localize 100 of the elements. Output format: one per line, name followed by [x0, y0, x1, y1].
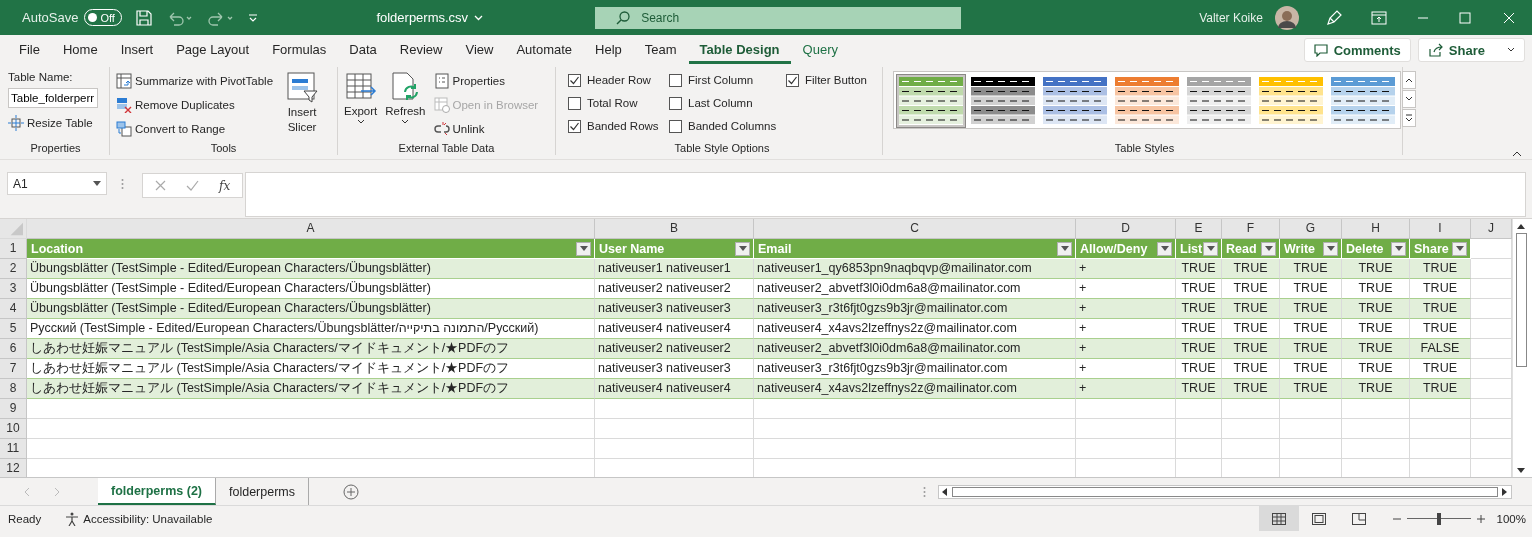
- collapse-ribbon-icon[interactable]: [1512, 151, 1522, 157]
- ribbon-tab[interactable]: Review: [388, 36, 454, 64]
- file-name[interactable]: folderperms.csv: [376, 10, 469, 25]
- column-header[interactable]: G: [1280, 219, 1342, 239]
- share-button[interactable]: Share: [1417, 38, 1525, 62]
- column-header[interactable]: I: [1410, 219, 1471, 239]
- checkbox[interactable]: [568, 119, 581, 133]
- column-header[interactable]: F: [1222, 219, 1280, 239]
- export-button[interactable]: Export: [344, 71, 378, 142]
- row-header[interactable]: 2: [0, 259, 27, 279]
- formula-field[interactable]: [245, 172, 1526, 217]
- row-header[interactable]: 4: [0, 299, 27, 319]
- ribbon-display-icon[interactable]: [1370, 10, 1387, 25]
- ribbon-tab[interactable]: Team: [633, 36, 688, 64]
- caret-icon[interactable]: [474, 14, 484, 21]
- horizontal-scrollbar[interactable]: [938, 484, 1512, 499]
- insert-slicer-button[interactable]: Insert Slicer: [281, 71, 324, 142]
- checkbox[interactable]: [669, 96, 682, 110]
- row-header[interactable]: 8: [0, 379, 27, 399]
- checkbox-label[interactable]: Banded Rows: [587, 120, 659, 132]
- user-name[interactable]: Valter Koike: [1199, 10, 1263, 25]
- customize-icon[interactable]: [248, 11, 259, 24]
- comments-button[interactable]: Comments: [1303, 38, 1411, 62]
- ribbon-tab[interactable]: Insert: [109, 36, 165, 64]
- row-header[interactable]: 6: [0, 339, 27, 359]
- data-command-button[interactable]: Unlink: [433, 119, 539, 138]
- vertical-scrollbar[interactable]: [1512, 219, 1529, 477]
- filter-button[interactable]: [1057, 241, 1072, 256]
- save-icon[interactable]: [135, 8, 154, 27]
- checkbox-label[interactable]: Filter Button: [805, 74, 867, 86]
- ribbon-tab[interactable]: Page Layout: [165, 36, 261, 64]
- zoom-thumb[interactable]: [1436, 512, 1441, 525]
- filter-button[interactable]: [1203, 241, 1218, 256]
- accessibility-status[interactable]: Accessibility: Unavailable: [83, 512, 213, 525]
- column-header[interactable]: A: [27, 219, 595, 239]
- row-header[interactable]: 12: [0, 459, 27, 477]
- checkbox-label[interactable]: Last Column: [688, 97, 753, 109]
- checkbox[interactable]: [669, 119, 682, 133]
- close-icon[interactable]: [1502, 11, 1515, 24]
- insert-function-button[interactable]: fx: [219, 178, 231, 193]
- scroll-thumb[interactable]: [1515, 233, 1527, 367]
- maximize-icon[interactable]: [1458, 11, 1471, 24]
- ribbon-tab[interactable]: Home: [51, 36, 109, 64]
- checkbox[interactable]: [669, 73, 682, 87]
- resize-table-button[interactable]: Resize Table: [8, 113, 103, 132]
- ribbon-tab[interactable]: File: [8, 36, 51, 64]
- table-style-swatch[interactable]: [896, 74, 966, 128]
- filter-button[interactable]: [1323, 241, 1338, 256]
- tool-button[interactable]: Summarize with PivotTable: [116, 71, 274, 90]
- name-box[interactable]: A1: [7, 172, 107, 195]
- ribbon-tab[interactable]: Table Design: [688, 36, 791, 64]
- scroll-thumb[interactable]: [952, 486, 1498, 497]
- column-header[interactable]: E: [1176, 219, 1222, 239]
- more-styles-button[interactable]: [1402, 109, 1416, 127]
- row-header[interactable]: 3: [0, 279, 27, 299]
- row-header[interactable]: 9: [0, 399, 27, 419]
- row-header[interactable]: 7: [0, 359, 27, 379]
- search-field[interactable]: Search: [595, 6, 962, 29]
- ribbon-tab[interactable]: Help: [584, 36, 633, 64]
- data-command-button[interactable]: Properties: [433, 71, 539, 90]
- column-header[interactable]: H: [1342, 219, 1410, 239]
- filter-button[interactable]: [1157, 241, 1172, 256]
- column-header[interactable]: B: [595, 219, 754, 239]
- pen-icon[interactable]: [1324, 8, 1343, 27]
- sheet-tab[interactable]: folderperms (2): [98, 478, 216, 505]
- tool-button[interactable]: Convert to Range: [116, 119, 274, 138]
- checkbox[interactable]: [568, 73, 581, 87]
- filter-button[interactable]: [576, 241, 591, 256]
- splitter-handle-icon[interactable]: [923, 485, 926, 498]
- scroll-down-icon[interactable]: [1517, 468, 1525, 474]
- filter-button[interactable]: [1452, 241, 1467, 256]
- checkbox-label[interactable]: Banded Columns: [688, 120, 777, 132]
- ribbon-tab[interactable]: Automate: [505, 36, 584, 64]
- filter-button[interactable]: [1391, 241, 1406, 256]
- normal-view-button[interactable]: [1258, 506, 1299, 531]
- checkbox[interactable]: [786, 73, 799, 87]
- scroll-left-icon[interactable]: [942, 487, 948, 496]
- accessibility-icon[interactable]: [65, 511, 80, 526]
- refresh-button[interactable]: Refresh: [385, 71, 426, 142]
- filter-button[interactable]: [735, 241, 750, 256]
- checkbox-label[interactable]: Total Row: [587, 97, 638, 109]
- row-header[interactable]: 5: [0, 319, 27, 339]
- add-sheet-icon[interactable]: [343, 483, 359, 500]
- tool-button[interactable]: Remove Duplicates: [116, 95, 274, 114]
- avatar[interactable]: [1274, 5, 1299, 30]
- table-name-field[interactable]: Table_folderperr: [8, 88, 98, 108]
- row-header[interactable]: 11: [0, 439, 27, 459]
- zoom-level[interactable]: 100%: [1496, 512, 1526, 525]
- sheet-tab[interactable]: folderperms: [216, 478, 309, 505]
- column-header[interactable]: J: [1471, 219, 1512, 239]
- filter-button[interactable]: [1261, 241, 1276, 256]
- checkbox-label[interactable]: Header Row: [587, 74, 651, 86]
- checkbox-label[interactable]: First Column: [688, 74, 754, 86]
- drag-handle-icon[interactable]: [121, 178, 124, 190]
- ribbon-tab[interactable]: View: [454, 36, 505, 64]
- column-header[interactable]: C: [754, 219, 1076, 239]
- row-header[interactable]: 10: [0, 419, 27, 439]
- checkbox[interactable]: [568, 96, 581, 110]
- scroll-up-icon[interactable]: [1517, 223, 1525, 229]
- scroll-up-button[interactable]: [1402, 71, 1416, 89]
